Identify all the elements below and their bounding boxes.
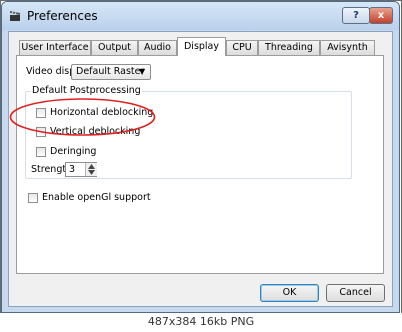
tab-audio[interactable]: Audio [138,40,177,55]
opengl-label[interactable]: Enable openGl support [42,192,151,204]
deringing-label[interactable]: Deringing [50,146,96,158]
red-highlight-ellipse [9,98,156,136]
video-display-value: Default Raster [76,66,145,77]
window-title: Preferences [27,9,98,23]
strength-value[interactable]: 3 [69,164,75,176]
chevron-down-icon: ▼ [139,67,146,76]
image-caption: 487x384 16kb PNG [0,313,402,332]
tab-avisynth[interactable]: Avisynth [320,40,375,55]
video-display-select[interactable]: Default Raster ▼ [71,64,151,80]
preferences-dialog: Preferences ? x User Interface Output Au… [1,1,400,313]
dialog-client-area: User Interface Output Audio Display CPU … [8,31,393,307]
spin-down-icon[interactable] [88,170,95,175]
display-tab-panel: Video display: Default Raster ▼ Default … [16,55,384,274]
tab-cpu[interactable]: CPU [226,40,258,55]
tab-display[interactable]: Display [177,37,226,56]
deringing-checkbox[interactable] [36,147,46,157]
tab-user-interface[interactable]: User Interface [19,40,91,55]
title-bar[interactable]: Preferences ? x [2,2,399,30]
strength-spinbox[interactable]: 3 [65,162,97,177]
postprocessing-group-title: Default Postprocessing [31,85,142,97]
tab-threading[interactable]: Threading [258,40,320,55]
spin-buttons[interactable] [85,163,97,176]
help-button[interactable]: ? [342,7,370,24]
spin-up-icon[interactable] [88,164,95,169]
ok-button[interactable]: OK [260,284,319,302]
cancel-button[interactable]: Cancel [326,284,385,302]
clapperboard-icon [10,11,20,21]
opengl-checkbox[interactable] [28,193,38,203]
tab-output[interactable]: Output [91,40,138,55]
close-button[interactable]: x [369,7,393,24]
